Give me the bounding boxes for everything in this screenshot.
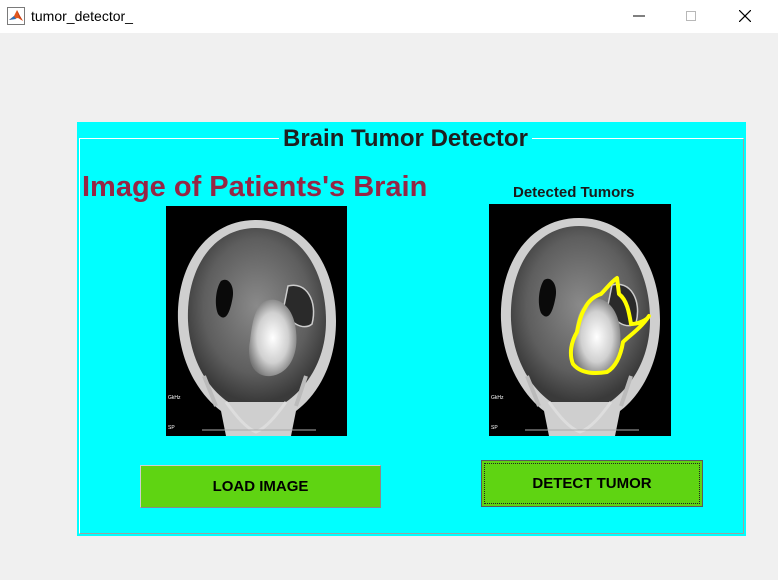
detected-tumor-image: GkHz SP	[489, 204, 671, 436]
detect-tumor-button[interactable]: DETECT TUMOR	[481, 460, 703, 507]
maximize-button[interactable]	[668, 0, 714, 33]
minimize-button[interactable]	[616, 0, 662, 33]
close-icon	[739, 10, 751, 22]
title-bar: tumor_detector_	[0, 0, 778, 33]
window-title: tumor_detector_	[31, 8, 133, 24]
close-button[interactable]	[722, 0, 768, 33]
scan-label: SP	[168, 425, 175, 431]
patient-image-heading: Image of Patients's Brain	[82, 171, 428, 203]
detect-tumor-label: DETECT TUMOR	[532, 475, 652, 492]
load-image-button[interactable]: LOAD IMAGE	[140, 465, 381, 508]
patient-brain-image: GkHz SP	[166, 206, 347, 436]
scan-label: SP	[491, 425, 498, 431]
load-image-label: LOAD IMAGE	[212, 478, 309, 495]
maximize-icon	[686, 11, 696, 21]
scan-label: GkHz	[491, 395, 504, 401]
matlab-icon	[7, 7, 25, 25]
minimize-icon	[633, 15, 645, 17]
focus-ring: DETECT TUMOR	[484, 463, 700, 504]
detected-tumors-heading: Detected Tumors	[513, 184, 635, 201]
scan-label: GkHz	[168, 395, 181, 401]
panel-title: Brain Tumor Detector	[279, 125, 532, 153]
